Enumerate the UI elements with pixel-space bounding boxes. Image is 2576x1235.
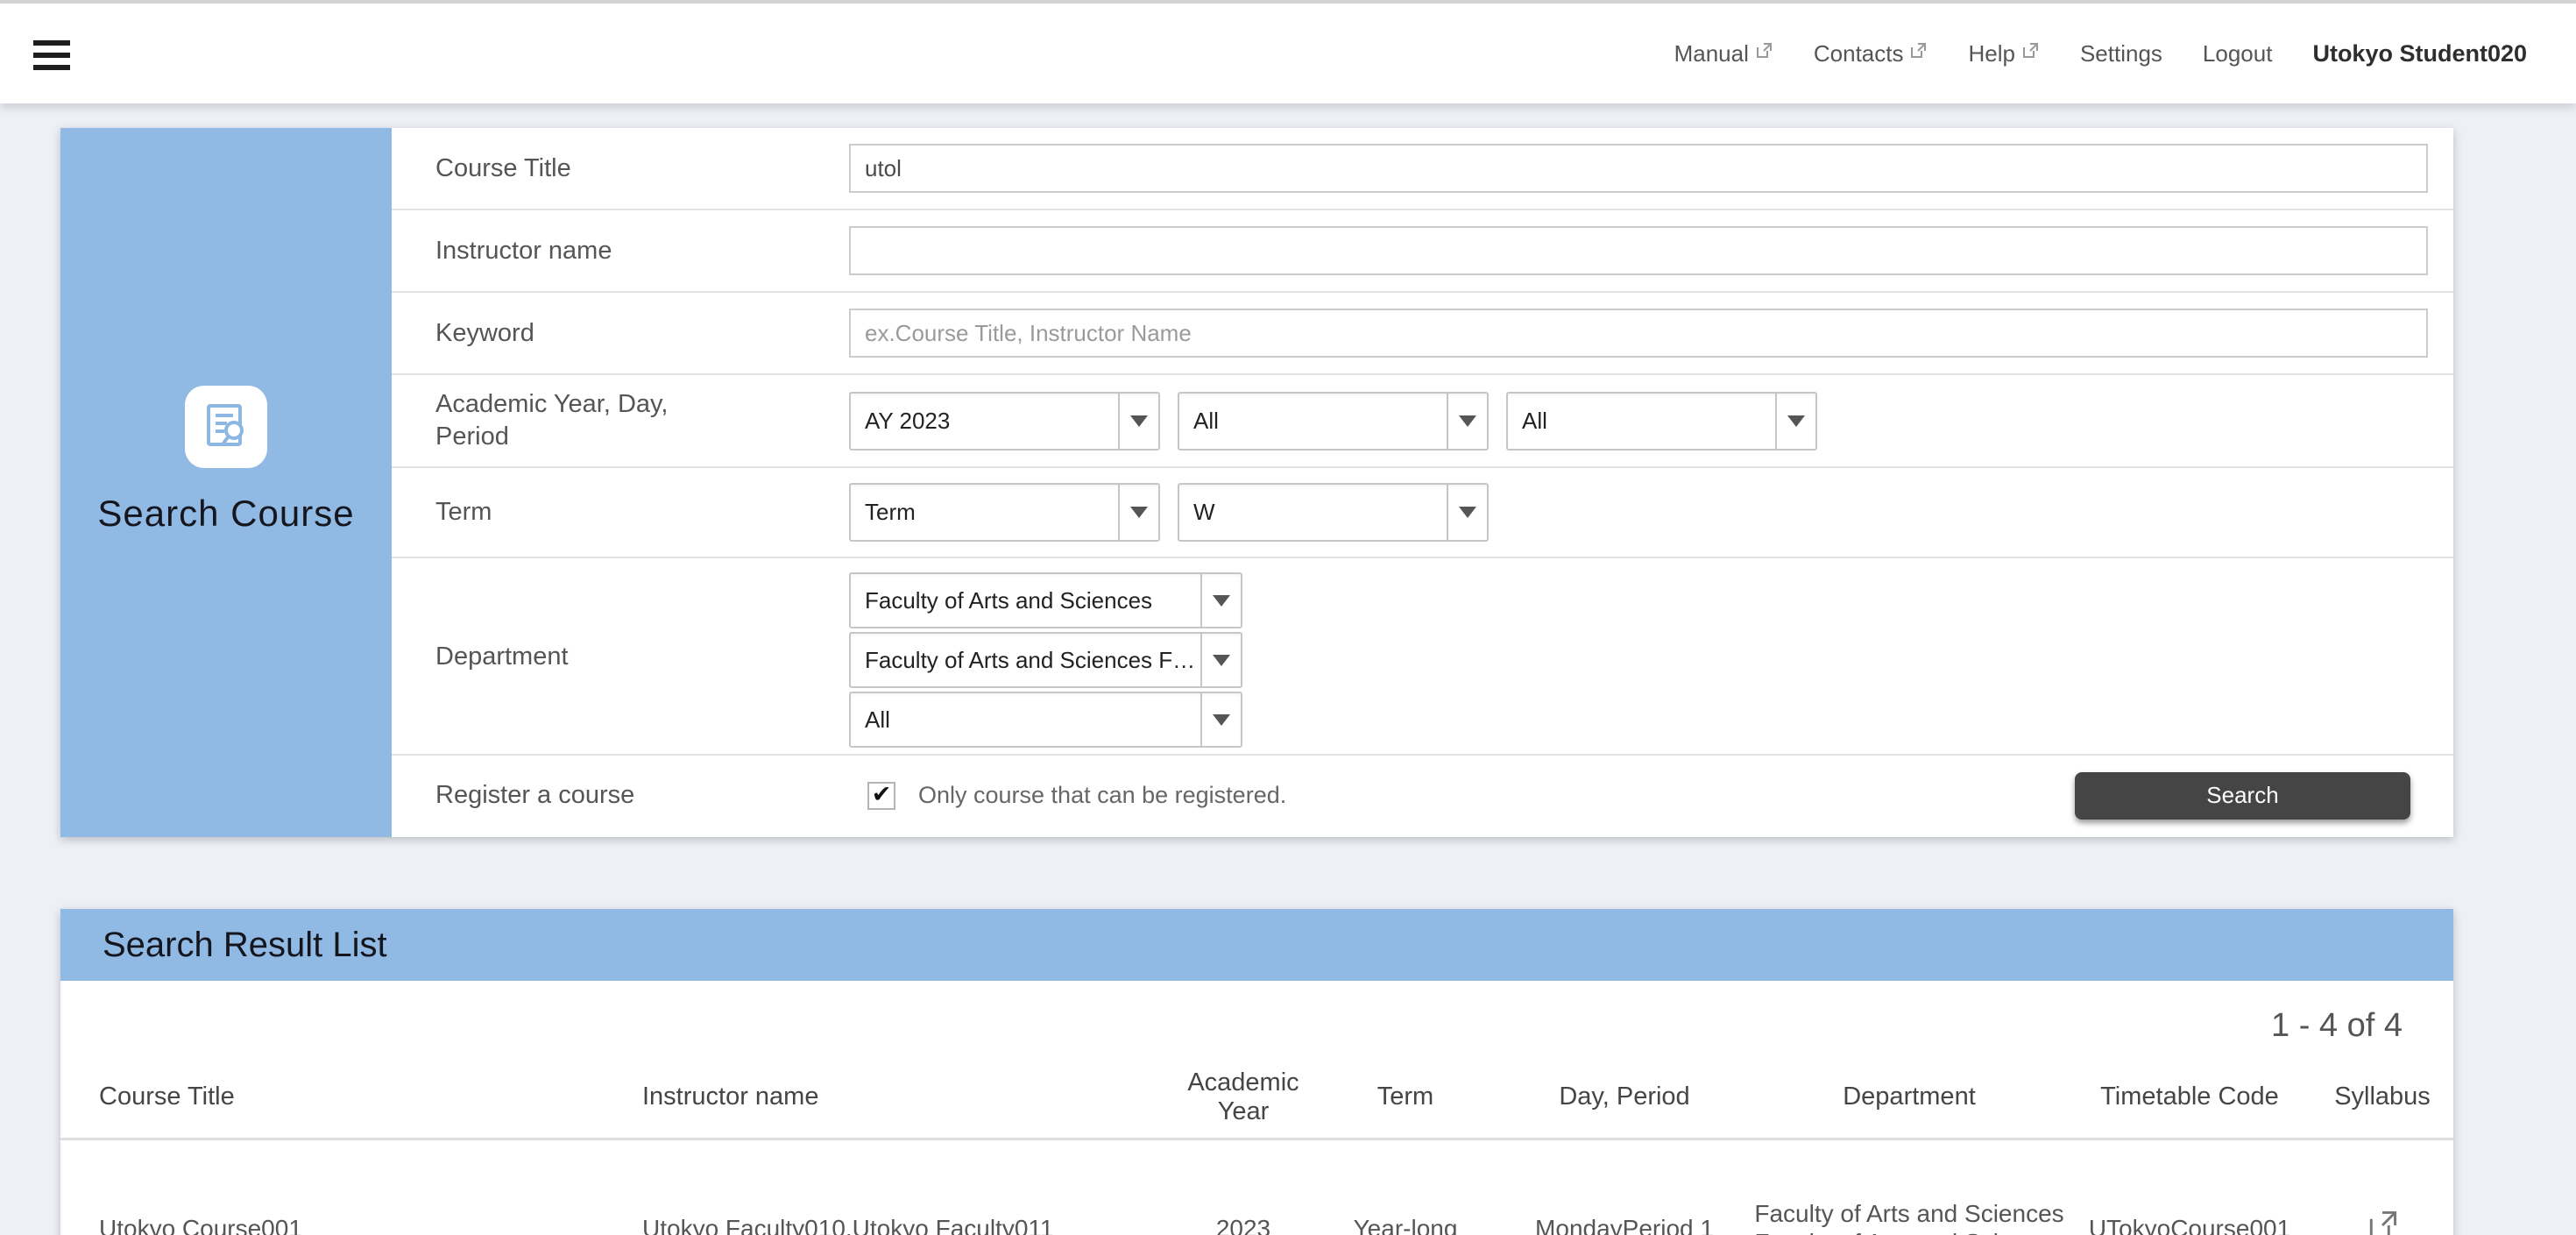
row-instructor: Utokyo Faculty010,Utokyo Faculty011: [604, 1214, 1173, 1235]
column-day-period: Day, Period: [1497, 1082, 1752, 1111]
department-select-3[interactable]: All: [849, 692, 1242, 748]
column-instructor: Instructor name: [604, 1082, 1173, 1111]
department-select-1[interactable]: Faculty of Arts and Sciences: [849, 572, 1242, 628]
help-link-label: Help: [1968, 40, 2014, 67]
department-select-2-value: Faculty of Arts and Sciences F…: [851, 634, 1200, 686]
period-select[interactable]: All: [1506, 392, 1817, 451]
instructor-name-input[interactable]: [849, 226, 2428, 275]
chevron-down-icon: [1200, 574, 1241, 627]
chevron-down-icon: [1118, 485, 1158, 540]
keyword-row: Keyword: [392, 293, 2453, 375]
instructor-name-label: Instructor name: [392, 235, 849, 267]
manual-link[interactable]: Manual: [1674, 40, 1773, 67]
department-select-2[interactable]: Faculty of Arts and Sciences F…: [849, 632, 1242, 688]
term-select-value: Term: [851, 485, 1118, 540]
table-header-row: Course Title Instructor name Academic Ye…: [60, 1056, 2453, 1140]
column-department: Department: [1752, 1082, 2067, 1111]
academic-year-select-value: AY 2023: [851, 394, 1118, 449]
search-result-header: Search Result List: [60, 909, 2453, 981]
term-detail-select[interactable]: W: [1178, 483, 1489, 542]
hamburger-menu-icon[interactable]: [33, 40, 70, 70]
instructor-name-row: Instructor name: [392, 210, 2453, 293]
contacts-link-label: Contacts: [1814, 40, 1904, 67]
register-course-row: Register a course Only course that can b…: [392, 756, 2453, 835]
search-course-panel: Search Course Course Title Instructor na…: [60, 128, 2453, 837]
search-result-title: Search Result List: [103, 926, 387, 965]
external-link-icon: [2020, 41, 2040, 60]
user-name: Utokyo Student020: [2312, 40, 2527, 67]
keyword-label: Keyword: [392, 317, 849, 350]
academic-year-day-period-label: Academic Year, Day, Period: [392, 388, 849, 453]
term-select[interactable]: Term: [849, 483, 1160, 542]
row-term: Year-long: [1313, 1214, 1497, 1235]
logout-link[interactable]: Logout: [2203, 40, 2273, 67]
table-row: Utokyo Course001 Utokyo Faculty010,Utoky…: [60, 1140, 2453, 1235]
chevron-down-icon: [1447, 485, 1487, 540]
help-link[interactable]: Help: [1968, 40, 2039, 67]
search-button[interactable]: Search: [2075, 772, 2410, 820]
row-department: Faculty of Arts and Sciences Faculty of …: [1752, 1199, 2067, 1235]
row-department-line1: Faculty of Arts and Sciences: [1752, 1199, 2067, 1228]
search-form: Course Title Instructor name Keyword Aca…: [392, 128, 2453, 837]
search-course-icon: [185, 386, 267, 468]
search-result-body: 1 - 4 of 4 Course Title Instructor name …: [60, 981, 2453, 1235]
term-detail-select-value: W: [1179, 485, 1447, 540]
settings-link[interactable]: Settings: [2080, 40, 2162, 67]
column-timetable-code: Timetable Code: [2067, 1082, 2312, 1111]
department-selects: Faculty of Arts and Sciences Faculty of …: [849, 572, 1242, 748]
contacts-link[interactable]: Contacts: [1814, 40, 1928, 67]
syllabus-external-link-icon[interactable]: [2365, 1208, 2400, 1235]
chevron-down-icon: [1447, 394, 1487, 449]
search-result-section: Search Result List 1 - 4 of 4 Course Tit…: [60, 909, 2453, 1235]
day-select[interactable]: All: [1178, 392, 1489, 451]
top-bar: Manual Contacts Help Settings Logout Uto…: [0, 0, 2576, 103]
department-select-1-value: Faculty of Arts and Sciences: [851, 574, 1200, 627]
register-course-label: Register a course: [392, 779, 849, 812]
course-title-row: Course Title: [392, 128, 2453, 210]
chevron-down-icon: [1775, 394, 1815, 449]
course-title-input[interactable]: [849, 144, 2428, 193]
column-academic-year: Academic Year: [1173, 1068, 1313, 1126]
row-day-period: MondayPeriod 1: [1497, 1214, 1752, 1235]
academic-year-select[interactable]: AY 2023: [849, 392, 1160, 451]
department-select-3-value: All: [851, 693, 1200, 746]
external-link-icon: [1908, 41, 1928, 60]
row-timetable-code: UTokyoCourse001: [2067, 1214, 2312, 1235]
department-label: Department: [392, 641, 849, 673]
term-row: Term Term W: [392, 468, 2453, 558]
chevron-down-icon: [1200, 634, 1241, 686]
manual-link-label: Manual: [1674, 40, 1749, 67]
pagination-label: 1 - 4 of 4: [60, 1005, 2453, 1046]
search-course-title: Search Course: [97, 493, 354, 535]
logout-link-label: Logout: [2203, 40, 2273, 67]
external-link-icon: [1754, 41, 1773, 60]
settings-link-label: Settings: [2080, 40, 2162, 67]
academic-year-day-period-row: Academic Year, Day, Period AY 2023 All A…: [392, 375, 2453, 468]
chevron-down-icon: [1118, 394, 1158, 449]
course-title-label: Course Title: [392, 153, 849, 185]
results-table: Course Title Instructor name Academic Ye…: [60, 1056, 2453, 1235]
day-select-value: All: [1179, 394, 1447, 449]
row-department-line2: Faculty of Arts and Sciences: [1752, 1228, 2067, 1235]
column-course-title: Course Title: [60, 1082, 604, 1111]
period-select-value: All: [1508, 394, 1775, 449]
column-syllabus: Syllabus: [2312, 1082, 2452, 1111]
registered-checkbox[interactable]: [867, 782, 895, 810]
column-term: Term: [1313, 1082, 1497, 1111]
registered-checkbox-label: Only course that can be registered.: [918, 782, 1286, 809]
top-menu: Manual Contacts Help Settings Logout Uto…: [1674, 40, 2576, 67]
search-course-side-panel: Search Course: [60, 128, 392, 837]
row-academic-year: 2023: [1173, 1214, 1313, 1235]
keyword-input[interactable]: [849, 309, 2428, 358]
department-row: Department Faculty of Arts and Sciences …: [392, 558, 2453, 756]
term-label: Term: [392, 496, 849, 529]
row-course-title: Utokyo Course001: [60, 1214, 604, 1235]
row-syllabus: [2312, 1208, 2452, 1235]
chevron-down-icon: [1200, 693, 1241, 746]
